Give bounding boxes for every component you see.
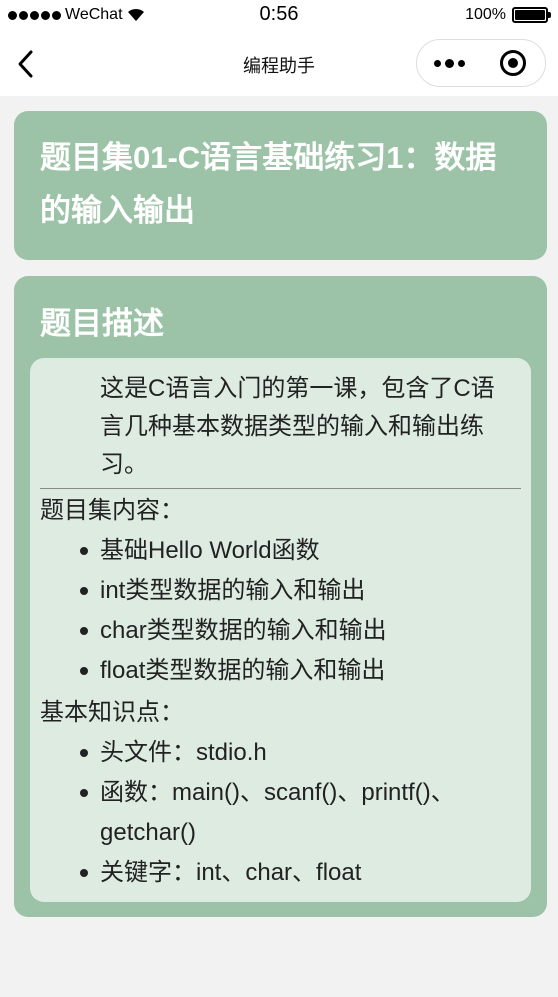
list-item: 函数：main()、scanf()、printf()、getchar() (76, 773, 521, 853)
contents-list: 基础Hello World函数 int类型数据的输入和输出 char类型数据的输… (40, 531, 521, 691)
description-body: 这是C语言入门的第一课，包含了C语言几种基本数据类型的输入和输出练习。 题目集内… (30, 358, 531, 902)
chevron-left-icon (18, 50, 33, 78)
more-button[interactable] (417, 40, 481, 86)
knowledge-list: 头文件：stdio.h 函数：main()、scanf()、printf()、g… (40, 733, 521, 893)
list-item: float类型数据的输入和输出 (76, 651, 521, 691)
target-icon (500, 50, 526, 76)
list-item: 头文件：stdio.h (76, 733, 521, 773)
battery-status: 100% (465, 6, 551, 24)
description-intro: 这是C语言入门的第一课，包含了C语言几种基本数据类型的输入和输出练习。 (40, 370, 521, 489)
description-heading: 题目描述 (40, 306, 164, 341)
knowledge-label: 基本知识点： (40, 699, 184, 726)
back-button[interactable] (8, 46, 42, 82)
mini-program-capsule (416, 39, 546, 87)
problem-set-title: 题目集01-C语言基础练习1：数据的输入输出 (40, 140, 497, 228)
list-item: int类型数据的输入和输出 (76, 571, 521, 611)
list-item: 关键字：int、char、float (76, 853, 521, 893)
problem-set-title-card: 题目集01-C语言基础练习1：数据的输入输出 (14, 111, 547, 260)
close-button[interactable] (481, 40, 545, 86)
description-card: 题目描述 这是C语言入门的第一课，包含了C语言几种基本数据类型的输入和输出练习。… (14, 276, 547, 917)
battery-percent: 100% (465, 6, 506, 23)
navigation-bar: 编程助手 (0, 32, 558, 96)
more-dots-icon (433, 59, 441, 67)
contents-label: 题目集内容： (40, 497, 184, 524)
list-item: 基础Hello World函数 (76, 531, 521, 571)
battery-icon (512, 7, 551, 23)
list-item: char类型数据的输入和输出 (76, 611, 521, 651)
status-bar: WeChat 0:56 100% (0, 0, 558, 32)
